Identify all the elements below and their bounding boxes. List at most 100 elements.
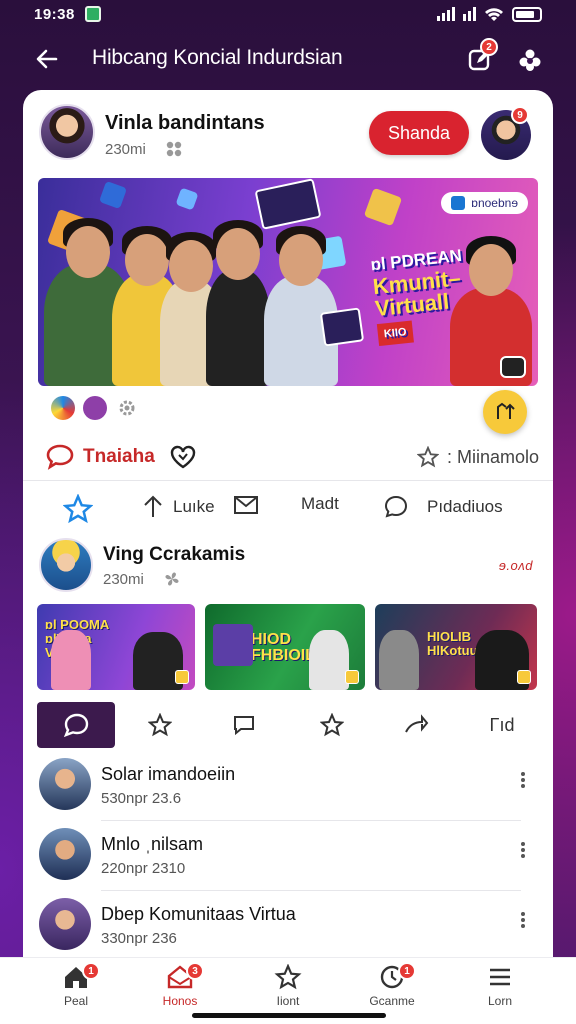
tab-messages[interactable] bbox=[205, 702, 283, 748]
author-meta: 230mi bbox=[105, 140, 184, 158]
status-bar: 19:38 bbox=[0, 0, 576, 28]
list-item-meta: 220npr 2310 bbox=[101, 860, 186, 877]
photo-card-decoration bbox=[254, 178, 322, 230]
thumbnail[interactable]: HIOD FHBIOIL bbox=[205, 604, 365, 690]
list-item-name: Dbep Komunitaas Virtua bbox=[101, 904, 296, 924]
nav-honos[interactable]: 3 Honos bbox=[140, 962, 220, 1016]
thumbnail-badge-icon bbox=[345, 670, 359, 684]
post-tag[interactable]: ɘ.oʌd bbox=[499, 558, 533, 573]
thumbnail[interactable]: HIOLIB HlKotuu bbox=[375, 604, 537, 690]
mail-action[interactable] bbox=[233, 494, 259, 516]
nav-badge: 3 bbox=[186, 962, 204, 980]
author-avatar[interactable] bbox=[39, 104, 95, 160]
more-options-icon[interactable] bbox=[519, 770, 527, 790]
star-outline-icon bbox=[320, 713, 344, 737]
star-action[interactable] bbox=[63, 494, 93, 524]
comment-bubble-icon[interactable] bbox=[45, 443, 75, 471]
nav-lorn[interactable]: Lorn bbox=[460, 964, 540, 1016]
tab-favorites[interactable] bbox=[121, 702, 199, 748]
author-meta-text: 230mi bbox=[105, 140, 146, 158]
reaction-row bbox=[51, 396, 139, 420]
author-name[interactable]: Vinla bandintans bbox=[105, 112, 265, 135]
reaction-icon[interactable] bbox=[51, 396, 75, 420]
message-icon bbox=[234, 716, 254, 736]
post-banner-image[interactable]: ɒnoebnɘ ɒl PDREAN Kmunit– Virtuall KIIO bbox=[38, 178, 538, 386]
upload-icon bbox=[144, 495, 162, 517]
avatar bbox=[39, 898, 91, 950]
media-action[interactable]: Madt bbox=[301, 494, 339, 514]
post-action-bar: Luıke Madt Pıdadiuos bbox=[23, 482, 553, 536]
heart-icon[interactable] bbox=[169, 444, 197, 470]
nav-home[interactable]: 1 Peal bbox=[36, 962, 116, 1016]
mail-icon bbox=[234, 496, 258, 514]
divider bbox=[101, 890, 521, 891]
badge-icon bbox=[451, 196, 466, 210]
list-item[interactable]: Solar imandoeiin 530npr 23.6 bbox=[23, 754, 553, 824]
banner-badge-text: ɒnoebnɘ bbox=[471, 196, 518, 210]
author-name[interactable]: Ving Ccrakamis bbox=[103, 544, 245, 566]
gear-icon[interactable] bbox=[115, 396, 139, 420]
banner-badge: ɒnoebnɘ bbox=[441, 192, 528, 214]
list-item-meta: 530npr 23.6 bbox=[101, 790, 182, 807]
fan-icon bbox=[165, 572, 179, 586]
like-label[interactable]: Tnaiaha bbox=[83, 446, 155, 468]
nav-label: Iiont bbox=[276, 994, 300, 1008]
page-title: Hibcang Koncial Indurdsian bbox=[92, 46, 343, 69]
star-icon bbox=[416, 446, 439, 468]
cube-decoration bbox=[98, 180, 128, 210]
author-meta-text: 230mi bbox=[103, 570, 144, 588]
list-item[interactable]: Mnlo ˌnilsam 220npr 2310 bbox=[23, 824, 553, 894]
like-action[interactable]: Luıke bbox=[141, 494, 215, 520]
settings-button[interactable] bbox=[516, 46, 544, 74]
star-icon bbox=[63, 494, 93, 524]
favorites-meta-text: : Miinamolo bbox=[446, 446, 539, 467]
comments-action[interactable]: Pıdadiuos bbox=[383, 494, 503, 520]
list-item[interactable]: Dbep Komunitaas Virtua 330npr 236 bbox=[23, 894, 553, 964]
battery-icon bbox=[512, 6, 542, 22]
nav-iiont[interactable]: Iiont bbox=[248, 964, 328, 1016]
nav-badge: 1 bbox=[398, 962, 416, 980]
photo-card bbox=[213, 624, 253, 666]
nav-gcanme[interactable]: 1 Gcanme bbox=[352, 962, 432, 1016]
back-arrow-icon[interactable] bbox=[34, 46, 60, 72]
nav-label: Gcanme bbox=[369, 994, 415, 1008]
more-options-icon[interactable] bbox=[519, 910, 527, 930]
signal-icon bbox=[437, 7, 455, 21]
home-indicator bbox=[192, 1013, 386, 1018]
divider bbox=[101, 820, 521, 821]
favorites-meta[interactable]: : Miinamolo bbox=[416, 446, 539, 468]
group-avatar[interactable]: 9 bbox=[481, 106, 531, 160]
comments-action-label: Pıdadiuos bbox=[427, 497, 503, 516]
star-icon bbox=[274, 964, 302, 990]
edit-button[interactable]: 2 bbox=[467, 38, 498, 74]
author-avatar[interactable] bbox=[39, 538, 93, 592]
thumbnail-badge-icon bbox=[175, 670, 189, 684]
upload-arrow-icon bbox=[497, 402, 515, 419]
list-item-meta: 330npr 236 bbox=[101, 930, 177, 947]
cube-decoration bbox=[175, 187, 199, 211]
person-figure bbox=[309, 630, 349, 690]
banner-tag: KIIO bbox=[376, 320, 414, 347]
scroll-up-button[interactable] bbox=[483, 390, 527, 434]
thumbnail[interactable]: ɒl POOMA ɒlVunla Vırtual bbox=[37, 604, 195, 690]
status-time: 19:38 bbox=[34, 5, 75, 23]
tab-chat[interactable] bbox=[37, 702, 115, 748]
share-arrow-icon bbox=[405, 714, 429, 733]
avatar bbox=[39, 758, 91, 810]
tab-share[interactable] bbox=[377, 702, 455, 748]
reaction-icon[interactable] bbox=[83, 396, 107, 420]
author-meta: 230mi bbox=[103, 570, 182, 588]
nav-label: Honos bbox=[162, 994, 198, 1008]
thumbnail-strip: ɒl POOMA ɒlVunla Vırtual HIOD FHBIOIL HI… bbox=[37, 604, 553, 692]
list-item-name: Mnlo ˌnilsam bbox=[101, 834, 204, 854]
person-figure bbox=[379, 630, 419, 690]
nav-label: Lorn bbox=[487, 994, 513, 1008]
nav-label: Peal bbox=[63, 994, 89, 1008]
divider bbox=[23, 480, 553, 481]
more-options-icon[interactable] bbox=[519, 840, 527, 860]
wifi-icon bbox=[485, 8, 503, 21]
tab-text[interactable]: Γıd bbox=[463, 702, 541, 748]
tab-starred[interactable] bbox=[293, 702, 371, 748]
share-button[interactable]: Shanda bbox=[369, 111, 469, 155]
menu-icon bbox=[490, 968, 510, 986]
